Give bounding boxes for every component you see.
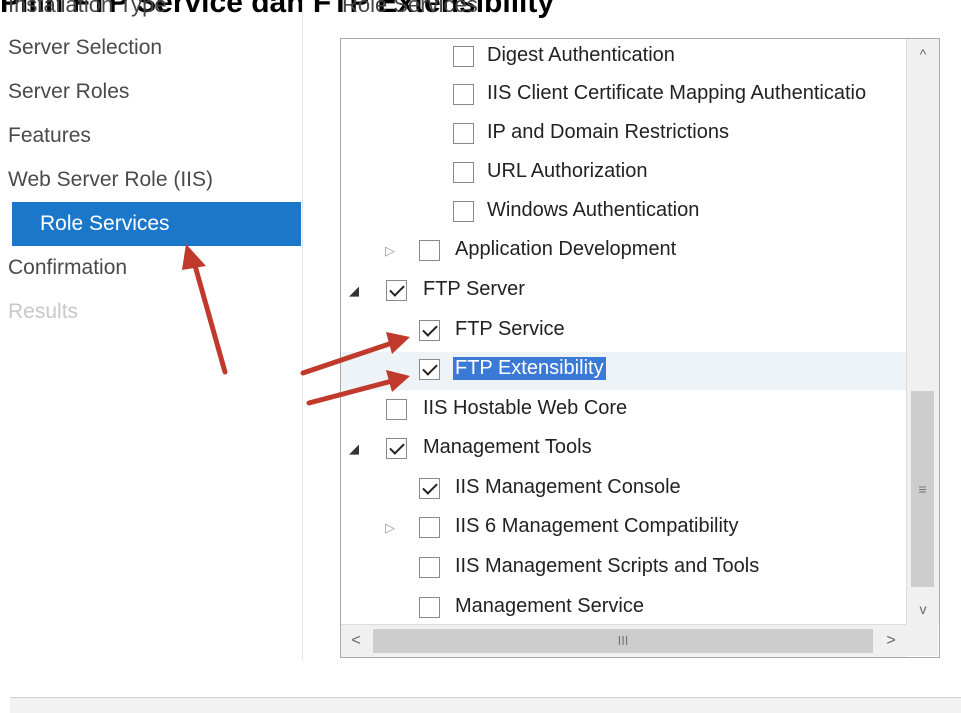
- tree-row-iis-hostable-web-core[interactable]: IIS Hostable Web Core: [341, 392, 906, 430]
- tree-item-label: FTP Server: [423, 278, 525, 300]
- tree-row-application-development[interactable]: ▷ Application Development: [341, 233, 906, 271]
- tree-row-iis-management-scripts[interactable]: IIS Management Scripts and Tools: [341, 550, 906, 588]
- checkbox[interactable]: [419, 517, 440, 538]
- wizard-nav: Server Selection Server Roles Features W…: [0, 26, 301, 334]
- nav-item-features[interactable]: Features: [0, 114, 301, 158]
- horizontal-scrollbar[interactable]: < III >: [341, 624, 906, 657]
- checkbox-checked[interactable]: [419, 478, 440, 499]
- checkbox[interactable]: [453, 201, 474, 222]
- tree-item-label: URL Authorization: [487, 160, 648, 182]
- vertical-scrollbar[interactable]: ^ ≡ v: [906, 39, 939, 624]
- horizontal-scroll-thumb[interactable]: III: [373, 629, 873, 653]
- role-services-tree-box: Digest Authentication IIS Client Certifi…: [340, 38, 940, 658]
- tree-row-iis-management-console[interactable]: IIS Management Console: [341, 471, 906, 509]
- checkbox-checked[interactable]: [386, 280, 407, 301]
- checkbox-checked[interactable]: [386, 438, 407, 459]
- checkbox-checked[interactable]: [419, 320, 440, 341]
- checkbox[interactable]: [419, 597, 440, 618]
- tree-item-label: FTP Service: [455, 318, 565, 340]
- tree-row-client-cert-mapping[interactable]: IIS Client Certificate Mapping Authentic…: [341, 77, 906, 115]
- nav-divider: [302, 0, 303, 660]
- tree-item-label: Windows Authentication: [487, 199, 700, 221]
- tree-item-label: IIS Management Console: [455, 476, 681, 498]
- nav-item-server-selection[interactable]: Server Selection: [0, 26, 301, 70]
- tree-item-label: IIS Client Certificate Mapping Authentic…: [487, 82, 867, 104]
- nav-item-installation-type[interactable]: Installation Type: [8, 0, 167, 18]
- scrollbar-corner: [906, 624, 938, 656]
- tree-row-management-tools[interactable]: ◢ Management Tools: [341, 431, 906, 469]
- scroll-left-icon[interactable]: <: [341, 625, 371, 657]
- checkbox[interactable]: [453, 162, 474, 183]
- scroll-right-icon[interactable]: >: [876, 625, 906, 657]
- expand-expanded-icon[interactable]: ◢: [349, 283, 359, 299]
- tree-item-label: Management Tools: [423, 436, 592, 458]
- scroll-up-icon[interactable]: ^: [907, 39, 939, 69]
- tree-item-label: IP and Domain Restrictions: [487, 121, 729, 143]
- expand-collapsed-icon[interactable]: ▷: [385, 520, 395, 536]
- vertical-scroll-thumb[interactable]: ≡: [911, 391, 934, 587]
- nav-item-confirmation[interactable]: Confirmation: [0, 246, 301, 290]
- tree-row-url-authorization[interactable]: URL Authorization: [341, 155, 906, 193]
- tree-item-label-selected: FTP Extensibility: [453, 357, 606, 380]
- nav-item-role-services[interactable]: Role Services: [12, 202, 301, 246]
- tree-item-label: Application Development: [455, 238, 677, 260]
- tree-row-digest-authentication[interactable]: Digest Authentication: [341, 39, 906, 77]
- checkbox[interactable]: [453, 46, 474, 67]
- section-title: Role Services: [342, 0, 478, 17]
- expand-expanded-icon[interactable]: ◢: [349, 441, 359, 457]
- tree-item-label: IIS Hostable Web Core: [423, 397, 628, 419]
- checkbox-checked[interactable]: [419, 359, 440, 380]
- tree-row-ftp-extensibility[interactable]: FTP Extensibility: [341, 352, 906, 390]
- tree-row-ftp-service[interactable]: FTP Service: [341, 313, 906, 351]
- checkbox[interactable]: [453, 123, 474, 144]
- tree-row-iis6-management-compatibility[interactable]: ▷ IIS 6 Management Compatibility: [341, 510, 906, 548]
- tree-row-ftp-server[interactable]: ◢ FTP Server: [341, 273, 906, 311]
- scroll-down-icon[interactable]: v: [907, 594, 939, 624]
- checkbox[interactable]: [419, 240, 440, 261]
- nav-item-web-server-role[interactable]: Web Server Role (IIS): [0, 158, 301, 202]
- nav-item-results: Results: [8, 300, 79, 323]
- tree-row-windows-authentication[interactable]: Windows Authentication: [341, 194, 906, 232]
- nav-item-server-roles[interactable]: Server Roles: [0, 70, 301, 114]
- checkbox[interactable]: [419, 557, 440, 578]
- checkbox[interactable]: [453, 84, 474, 105]
- wizard-footer-bar: [10, 697, 961, 713]
- tree-row-ip-domain-restrictions[interactable]: IP and Domain Restrictions: [341, 116, 906, 154]
- tree-item-label: Digest Authentication: [487, 44, 675, 66]
- tree-item-label: IIS 6 Management Compatibility: [455, 515, 739, 537]
- role-services-tree: Digest Authentication IIS Client Certifi…: [341, 39, 906, 624]
- expand-collapsed-icon[interactable]: ▷: [385, 243, 395, 259]
- tree-item-label: IIS Management Scripts and Tools: [455, 555, 760, 577]
- tree-item-label: Management Service: [455, 595, 644, 617]
- checkbox[interactable]: [386, 399, 407, 420]
- tree-row-management-service[interactable]: Management Service: [341, 590, 906, 624]
